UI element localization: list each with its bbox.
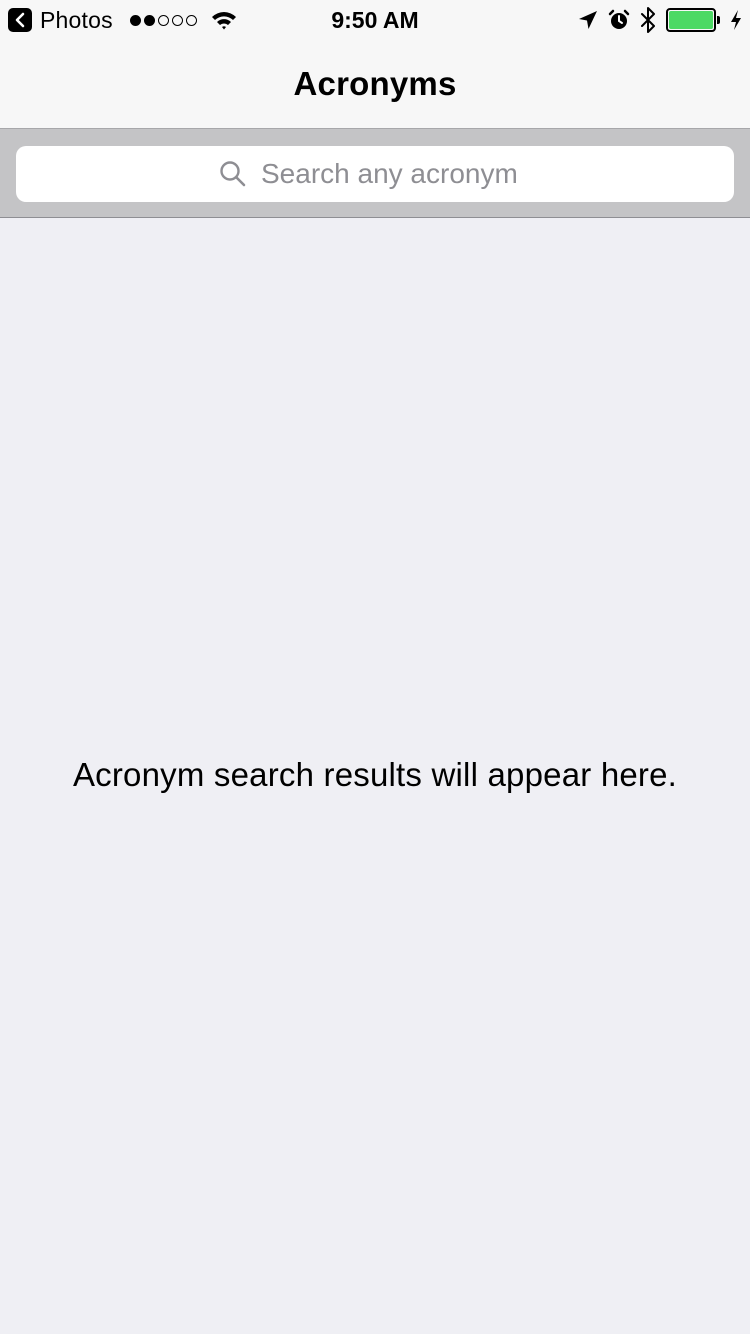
results-area: Acronym search results will appear here. <box>0 218 750 1334</box>
alarm-clock-icon <box>608 9 630 29</box>
page-title: Acronyms <box>293 65 457 102</box>
search-icon <box>219 160 247 188</box>
empty-state-message: Acronym search results will appear here. <box>72 756 678 793</box>
battery-body <box>666 8 716 32</box>
status-bar-left: Photos <box>8 0 237 40</box>
bluetooth-icon <box>641 7 655 33</box>
location-arrow-icon <box>579 11 597 29</box>
wifi-icon <box>211 10 237 30</box>
signal-dot <box>171 14 183 26</box>
battery-fill <box>669 11 713 29</box>
search-field[interactable] <box>16 146 734 202</box>
battery-icon <box>666 8 720 32</box>
signal-dot <box>157 14 169 26</box>
status-bar-right <box>578 0 742 40</box>
navigation-bar: Acronyms <box>0 40 750 129</box>
battery-cap <box>717 16 720 24</box>
back-app-label[interactable]: Photos <box>40 7 113 34</box>
signal-dot <box>143 14 155 26</box>
status-bar: Photos 9:50 AM <box>0 0 750 40</box>
signal-dot <box>185 14 197 26</box>
signal-dot <box>129 14 141 26</box>
back-chevron-icon <box>15 12 25 28</box>
search-bar <box>0 129 750 218</box>
back-to-app-button[interactable] <box>8 8 32 32</box>
signal-dots-icon <box>129 14 197 26</box>
charging-bolt-icon <box>731 10 741 30</box>
search-input[interactable] <box>261 158 531 190</box>
